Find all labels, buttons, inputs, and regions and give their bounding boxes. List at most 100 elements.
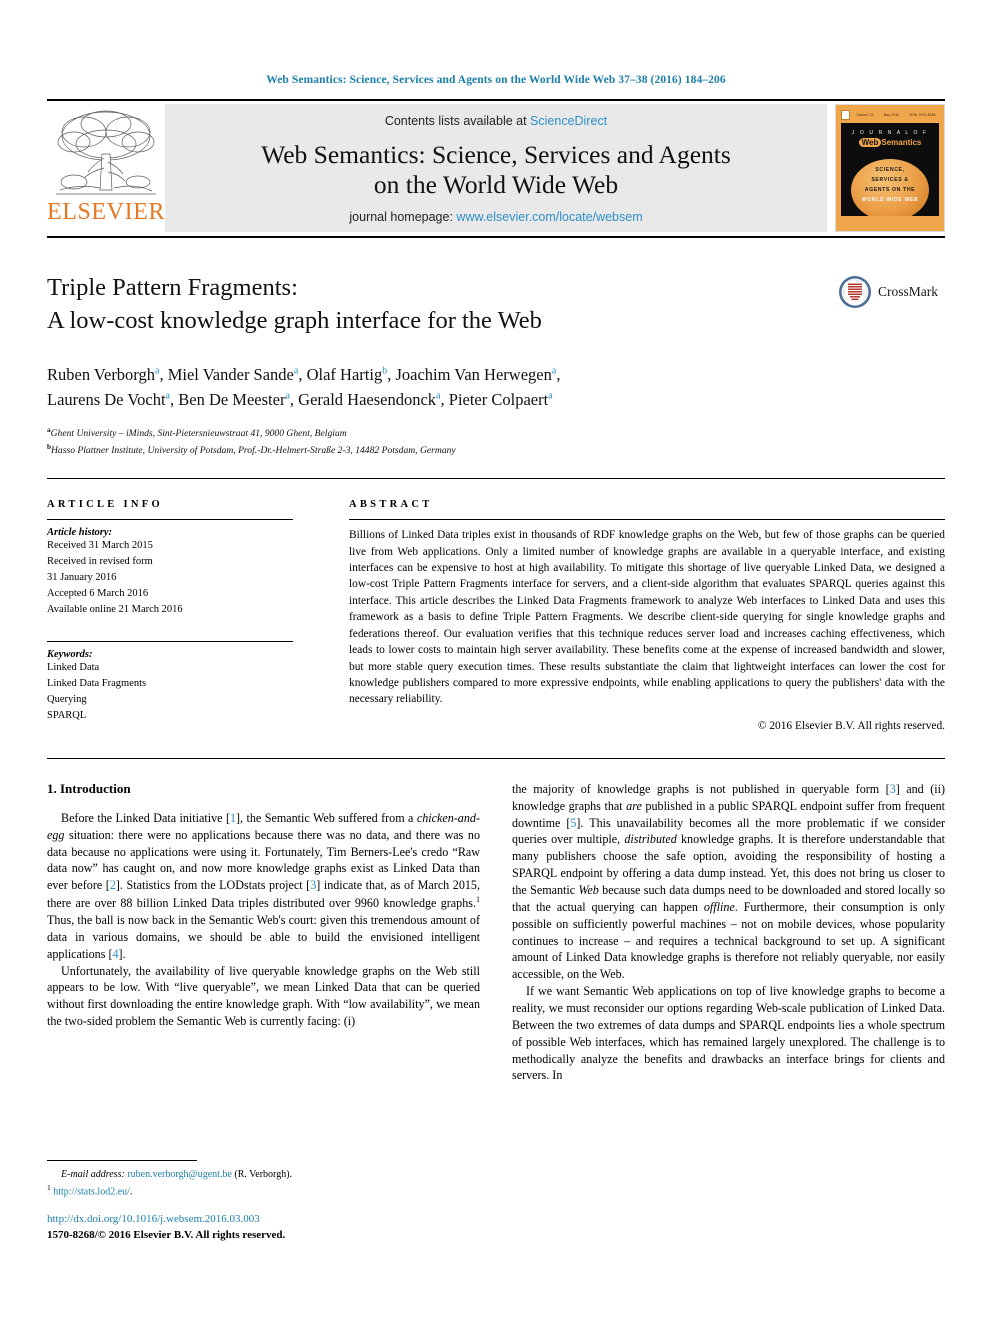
footnote-zone: E-mail address: ruben.verborgh@ugent.be … [47,1160,479,1244]
journal-title-line-2: on the World Wide Web [373,170,619,199]
contents-available-line: Contents lists available at ScienceDirec… [173,114,819,128]
cover-subtitle-3: AGENTS ON THE [864,187,916,194]
cover-journal-of: J O U R N A L O F [851,130,929,136]
doi-link[interactable]: http://dx.doi.org/10.1016/j.websem.2016.… [47,1212,479,1228]
title-block: CrossMark Triple Pattern Fragments: A lo… [47,272,945,480]
author-affil-marker: b [382,365,388,377]
section-heading-introduction: 1. Introduction [47,780,131,796]
abstract-rule-top [349,519,945,521]
journal-homepage-link[interactable]: www.elsevier.com/locate/websem [456,210,642,224]
affiliation-text: Ghent University – iMinds, Sint-Pietersn… [50,427,347,439]
masthead-center: Contents lists available at ScienceDirec… [165,104,827,232]
elsevier-tree-icon [56,110,156,195]
abstract-bottom-divider [47,757,945,759]
emphasis-run: distributed [624,832,677,847]
crossmark-label: CrossMark [878,284,938,299]
contents-prefix: Contents lists available at [384,114,531,128]
affiliation-item: bHasso Plattner Institute, University of… [47,442,945,459]
author-affil-marker: a [155,365,160,377]
paper-title-line-1: Triple Pattern Fragments: [47,274,298,301]
article-history-item: Received 31 March 2015 [47,540,153,552]
body-columns: 1. Introduction Before the Linked Data i… [47,781,945,1084]
footnote-number: 1 [47,1183,51,1192]
journal-homepage-line: journal homepage: www.elsevier.com/locat… [173,210,819,224]
author-name[interactable]: Ben De Meester [178,390,285,409]
author-affil-marker: a [285,390,290,402]
cover-subtitle-lines: SCIENCE, SERVICES & AGENTS ON THE WORLD … [841,165,939,206]
emphasis-run: Web [578,883,599,898]
cover-publisher-mark-icon [841,110,850,120]
article-history-item: Received in revised form [47,556,153,568]
elsevier-logo[interactable]: ELSEVIER [47,104,165,232]
keyword-item: Querying [47,693,87,705]
body-column-right: the majority of knowledge graphs is not … [512,781,945,1084]
text-run: the majority of knowledge graphs is not … [512,781,890,796]
text-run: ], the Semantic Web suffered from a [236,810,417,825]
author-name[interactable]: Olaf Hartig [307,365,383,384]
crossmark-icon [839,276,871,308]
emphasis-run: are [626,798,642,813]
footnote-item: 1 http://stats.lod2.eu/. [47,1182,479,1199]
emphasis-run: offline [703,899,735,914]
abstract-copyright: © 2016 Elsevier B.V. All rights reserved… [757,719,945,732]
keyword-item: Linked Data Fragments [47,677,147,689]
article-info-heading: ARTICLE INFO [47,499,163,511]
article-history-item: 31 January 2016 [47,572,117,584]
cover-subtitle-4: WORLD WIDE WEB [861,197,919,204]
paragraph: the majority of knowledge graphs is not … [512,781,945,983]
author-affil-marker: a [548,390,553,402]
author-list: Ruben Verborgha, Miel Vander Sandea, Ola… [47,364,561,410]
journal-cover-thumbnail[interactable]: Volume 1X May 2016 ISSN 1570-8268 J O U … [835,104,945,232]
author-affil-marker: a [551,365,557,377]
doi-block: http://dx.doi.org/10.1016/j.websem.2016.… [47,1212,479,1244]
article-page: Web Semantics: Science, Services and Age… [0,0,992,1323]
keywords-label: Keywords: [47,648,93,660]
text-run: Before the Linked Data initiative [ [61,810,230,825]
text-run: ]. [118,946,126,961]
info-abstract-row: ARTICLE INFO Article history: Received 3… [47,499,945,732]
running-head: Web Semantics: Science, Services and Age… [266,74,726,86]
masthead-bottom-rule [47,236,945,238]
elsevier-wordmark: ELSEVIER [46,199,166,225]
footnote-divider [47,1160,197,1161]
email-link[interactable]: ruben.verborgh@ugent.be [127,1169,232,1180]
author-name[interactable]: Joachim Van Herwegen [395,365,551,384]
article-history-label: Article history: [47,527,113,539]
article-info-rule [47,519,293,521]
cover-topbar: Volume 1X May 2016 ISSN 1570-8268 [841,109,939,121]
footnote-period: . [129,1186,133,1198]
author-name[interactable]: Miel Vander Sande [168,365,294,384]
footnote-link[interactable]: http://stats.lod2.eu/ [53,1186,130,1197]
cover-journal-name: Web Semantics [841,138,939,147]
masthead-top-rule [47,99,945,101]
text-run: ]. Statistics from the LODstats project … [115,878,311,893]
author-affil-marker: a [293,365,299,377]
keywords-rule [47,640,293,642]
cover-subtitle-1: SCIENCE, [875,167,905,173]
page-title: Triple Pattern Fragments: A low-cost kno… [47,272,747,338]
homepage-prefix: journal homepage: [349,210,457,224]
author-name[interactable]: Laurens De Vocht [47,390,166,409]
crossmark-badge[interactable]: CrossMark [837,274,945,310]
author-name[interactable]: Pieter Colpaert [449,390,548,409]
author-affil-marker: a [165,390,170,402]
affiliation-list: aGhent University – iMinds, Sint-Pieters… [47,425,945,458]
keyword-item: Linked Data [47,661,100,673]
cover-artwork: J O U R N A L O F Web Semantics SCIENCE, … [841,123,939,216]
journal-title-line-1: Web Semantics: Science, Services and Age… [261,140,731,170]
paper-title-line-2: A low-cost knowledge graph interface for… [47,306,542,334]
cover-web-word: Web [858,138,882,147]
abstract-column: ABSTRACT Billions of Linked Data triples… [349,499,945,732]
cover-volume: Volume 1X [856,113,874,117]
footnote-email: E-mail address: ruben.verborgh@ugent.be … [47,1167,479,1182]
author-name[interactable]: Gerald Haesendonck [298,390,436,409]
sciencedirect-link[interactable]: ScienceDirect [530,114,607,128]
journal-title: Web Semantics: Science, Services and Age… [173,140,819,199]
cover-bottom-strip [841,216,939,226]
paragraph: Unfortunately, the availability of live … [47,963,480,1029]
title-divider [47,478,945,480]
footnote-ref[interactable]: 1 [476,895,480,904]
author-name[interactable]: Ruben Verborgh [47,365,155,384]
journal-masthead: ELSEVIER Contents lists available at Sci… [47,104,945,232]
